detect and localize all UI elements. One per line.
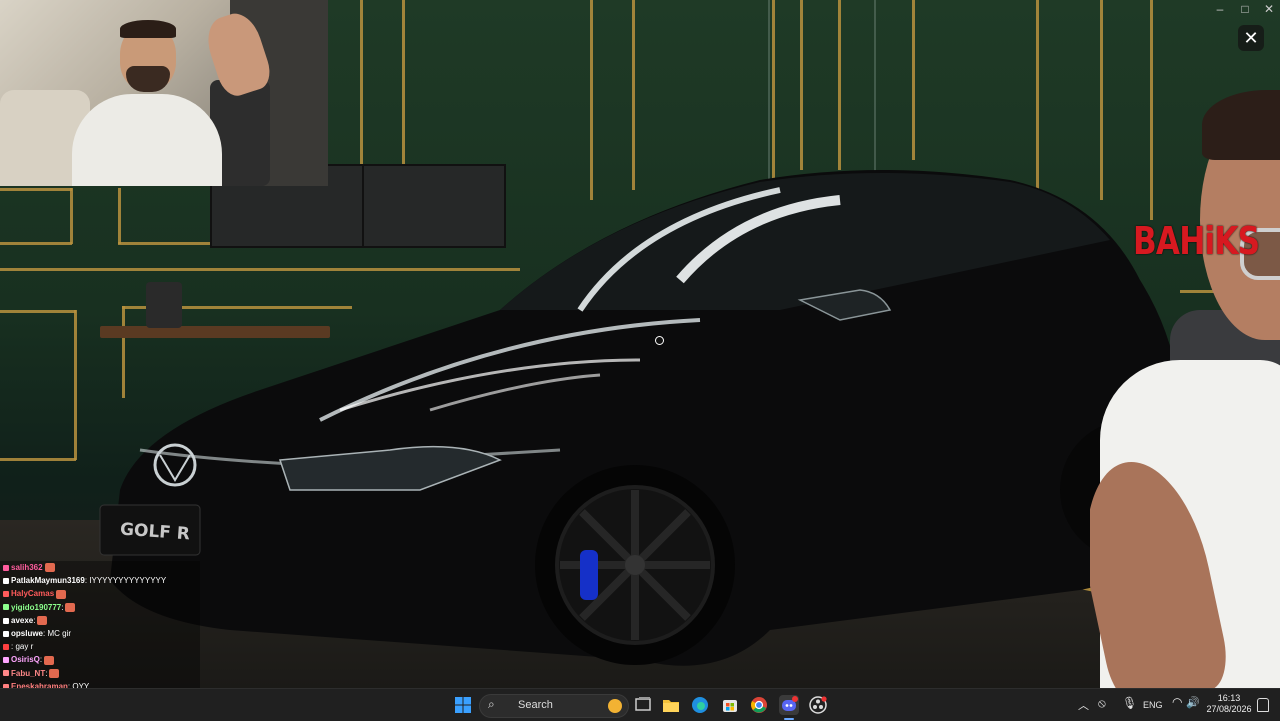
chat-message: HalyCamas (0, 587, 200, 601)
chat-text: : gay r (11, 642, 34, 652)
chat-badge-icon (3, 644, 9, 651)
system-tray: ︿ ⦸ 🎙 ENG ◠ 🔊 (1074, 689, 1204, 721)
chrome-icon[interactable] (749, 695, 769, 715)
chat-badge-icon (3, 591, 9, 598)
wall-trim (70, 188, 73, 244)
volume-icon[interactable]: 🔊 (1186, 696, 1200, 709)
store-icon[interactable] (720, 695, 740, 715)
chat-badge-icon (3, 564, 9, 571)
chat-emote-icon (37, 616, 48, 626)
chat-username: OsirisQ (11, 655, 40, 665)
chat-overlay: salih362 PatlakMaymun3169: IYYYYYYYYYYYYY… (0, 561, 200, 707)
chat-badge-icon (3, 670, 9, 677)
search-icon: ⌕ (488, 697, 495, 711)
wall-trim (912, 0, 915, 160)
clock-date: 27/08/2026 (1206, 704, 1252, 714)
car-illustration (99, 170, 1200, 666)
brand-logo-overlay: BAHiKS (1133, 219, 1260, 263)
tray-chevron-icon[interactable]: ︿ (1078, 697, 1089, 713)
car-golf-r (80, 160, 1210, 680)
chat-emote-icon (65, 602, 76, 612)
close-overlay-button[interactable]: ✕ (1238, 25, 1264, 51)
chat-message: Fabu_NT: (0, 666, 200, 680)
chat-username: opsluwe (11, 628, 44, 638)
chat-emote-icon (56, 589, 67, 599)
wall-trim (74, 310, 77, 460)
chat-username: HalyCamas (11, 589, 55, 599)
chat-message: OsirisQ: (0, 653, 200, 667)
streamer-hair (1202, 90, 1280, 160)
chat-badge-icon (3, 657, 9, 664)
wall-trim (0, 188, 72, 191)
wall-trim (360, 0, 363, 168)
windows-start-icon[interactable] (453, 695, 473, 715)
language-indicator[interactable]: ENG (1143, 700, 1163, 710)
chat-username: salih362 (11, 563, 43, 572)
chat-message: yigido190777: (0, 600, 200, 614)
chat-badge-icon (3, 617, 9, 624)
chat-emote-icon (44, 563, 55, 573)
wall-trim (0, 458, 76, 461)
notification-bell-icon[interactable] (1257, 698, 1269, 712)
chat-username: yigido190777 (11, 602, 62, 612)
chat-message: opsluwe: MC gir (0, 626, 200, 641)
edge-icon[interactable] (690, 695, 710, 715)
chat-message: PatlakMaymun3169: IYYYYYYYYYYYYYY (0, 574, 200, 588)
webcam-beard (126, 66, 170, 92)
clock-time: 16:13 (1217, 693, 1241, 703)
webcam-person (62, 7, 276, 186)
streamer-webcam (0, 0, 328, 186)
chat-username: avexe (11, 615, 34, 625)
chat-emote-icon (44, 655, 55, 665)
file-explorer-icon[interactable] (661, 695, 681, 715)
search-placeholder: Search (518, 699, 553, 711)
chat-text: : (61, 602, 64, 612)
wall-trim (838, 0, 841, 170)
chat-message: salih362 (0, 561, 200, 575)
wifi-icon[interactable]: ◠ (1172, 695, 1182, 709)
window-close-button[interactable]: ✕ (1258, 2, 1280, 16)
mouse-cursor (655, 336, 664, 345)
search-highlight-icon (608, 699, 622, 713)
chat-text: : (45, 668, 48, 678)
chat-emote-icon (49, 668, 60, 678)
chat-text: : MC gir (43, 628, 72, 638)
webcam-shirt (72, 94, 222, 186)
chat-badge-icon (3, 604, 9, 611)
taskbar-clock[interactable]: 16:13 27/08/2026 (1205, 693, 1253, 715)
task-view-icon[interactable] (633, 695, 653, 715)
streamer-facecam-right (1090, 60, 1280, 688)
windows-taskbar: ⌕ Search ︿ ⦸ 🎙 ENG ◠ 🔊 16:13 27/08/2026 (0, 688, 1280, 721)
wall-trim (402, 0, 405, 168)
wall-trim (772, 0, 775, 180)
chat-text: : (33, 615, 36, 625)
network-off-icon[interactable]: ⦸ (1098, 696, 1106, 711)
chat-text: : (39, 655, 43, 665)
chat-message: : gay r (0, 640, 200, 654)
chat-text: : IYYYYYYYYYYYYYY (84, 576, 167, 586)
chat-badge-icon (3, 578, 9, 585)
maximize-button[interactable]: □ (1234, 2, 1256, 16)
mic-icon[interactable]: 🎙 (1122, 696, 1137, 710)
close-icon: ✕ (1243, 28, 1259, 48)
chat-message: avexe: (0, 613, 200, 627)
chat-username: PatlakMaymun3169 (11, 576, 85, 586)
discord-icon[interactable] (779, 695, 799, 715)
wall-trim (0, 242, 72, 245)
minimize-button[interactable]: – (1209, 2, 1231, 16)
wall-trim (800, 0, 803, 170)
webcam-hair (120, 20, 176, 38)
taskbar-search-input[interactable]: ⌕ Search (479, 694, 629, 718)
chat-badge-icon (3, 630, 9, 637)
obs-icon[interactable] (808, 695, 828, 715)
wall-trim (0, 310, 76, 313)
chat-username: Fabu_NT (11, 668, 46, 678)
